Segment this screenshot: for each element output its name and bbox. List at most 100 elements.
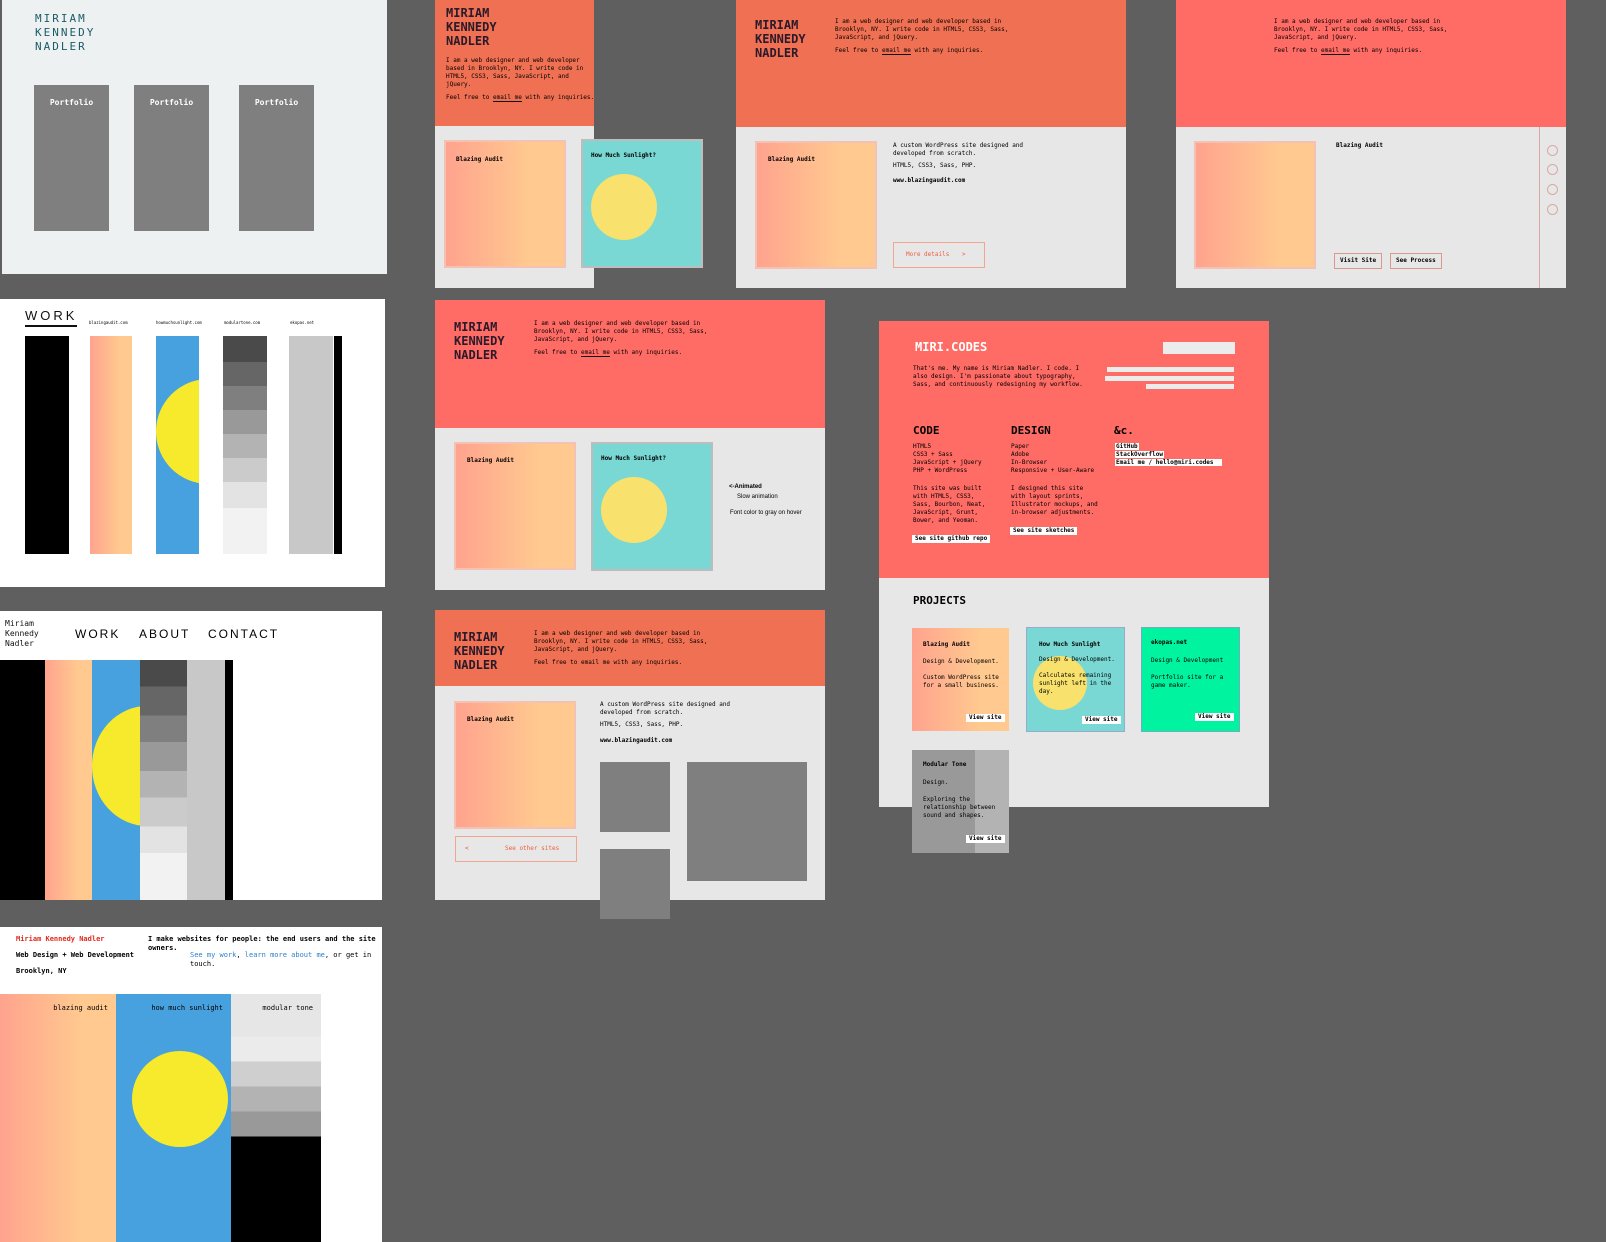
see-process-button[interactable]: See Process — [1390, 253, 1442, 269]
intro-text: That's me. My name is Miriam Nadler. I c… — [913, 365, 1083, 388]
contact-line: Feel free to email me with any inquiries… — [1274, 47, 1422, 55]
column-sunlight[interactable]: how much sunlight — [116, 994, 231, 1242]
portfolio-card[interactable]: Portfolio — [239, 85, 314, 231]
project-card-ekopas[interactable]: ekopas.net Design & Development Portfoli… — [1142, 628, 1239, 731]
note-slow: Slow animation — [737, 494, 778, 500]
view-site-button[interactable]: View site — [1195, 713, 1234, 721]
tagline-links: See my work, learn more about me, or get… — [190, 951, 382, 969]
header-role: Web Design + Web Development — [16, 951, 135, 959]
sep: , — [236, 951, 245, 959]
github-link[interactable]: GitHub — [1115, 443, 1139, 450]
card-type: Design & Development. — [923, 658, 999, 665]
site-name: MIRIAM KENNEDY NADLER — [446, 6, 497, 48]
card-blazing[interactable]: Blazing Audit — [456, 703, 574, 827]
header-name[interactable]: Miriam Kennedy Nadler — [16, 935, 105, 944]
contact-pre: Feel free to — [1274, 47, 1321, 54]
email-link[interactable]: email me — [881, 47, 911, 55]
work-heading: WORK — [25, 308, 78, 327]
nav-about[interactable]: ABOUT — [139, 627, 190, 641]
column-blazing[interactable]: blazing audit — [0, 994, 116, 1242]
stripe-modular[interactable] — [223, 336, 267, 554]
frame-portfolio-light: MIRIAM KENNEDY NADLER Portfolio Portfolio … — [2, 0, 387, 274]
pager-dot[interactable] — [1547, 184, 1558, 195]
code-list: HTML5 CSS3 + Sass JavaScript + jQuery PHP +… — [913, 443, 982, 474]
see-work-link[interactable]: See my work — [190, 951, 236, 959]
project-url[interactable]: www.blazingaudit.com — [893, 177, 965, 185]
site-logo[interactable]: MIRI.CODES — [915, 340, 987, 354]
email-link[interactable]: email me — [580, 349, 610, 357]
header-band: MIRIAM KENNEDY NADLER I am a web designer … — [435, 610, 825, 686]
contact-line: Feel free to email me with any inquiries… — [446, 94, 596, 102]
contact-pre: Feel free to — [534, 349, 581, 356]
about-link[interactable]: learn more about me — [245, 951, 325, 959]
view-site-button[interactable]: View site — [1082, 716, 1121, 724]
stripe-blazing[interactable] — [45, 660, 92, 900]
card-desc: Custom WordPress site for a small busine… — [923, 674, 999, 689]
email-link[interactable]: email me — [581, 659, 610, 666]
github-repo-button[interactable]: See site github repo — [912, 535, 991, 543]
card-title: Blazing Audit — [923, 641, 970, 648]
stripe-modular[interactable] — [140, 660, 187, 900]
card-blazing[interactable] — [1196, 143, 1314, 267]
stackoverflow-link[interactable]: StackOverflow — [1115, 451, 1164, 458]
portfolio-card[interactable]: Portfolio — [34, 85, 109, 231]
chevron-right-icon: > — [962, 251, 966, 258]
site-label: howmuchsunlight.com — [156, 320, 202, 325]
pager-dot[interactable] — [1547, 145, 1558, 156]
view-site-button[interactable]: View site — [966, 835, 1005, 843]
logo-name: MIRIAM KENNEDY NADLER — [35, 12, 96, 53]
stripe-blazing[interactable] — [90, 336, 132, 554]
project-card-modular[interactable]: Modular Tone Design. Exploring the relat… — [912, 750, 1009, 853]
pager-dot[interactable] — [1547, 164, 1558, 175]
contact-pre: Feel free to — [835, 47, 882, 54]
chevron-left-icon: < — [465, 845, 469, 852]
project-card-blazing[interactable]: Blazing Audit Design & Development. Cust… — [912, 628, 1009, 731]
sketches-button[interactable]: See site sketches — [1010, 527, 1078, 535]
email-link[interactable]: Email me / hello@miri.codes — [1115, 459, 1222, 466]
sun-circle — [591, 174, 657, 240]
email-link[interactable]: email me — [1320, 47, 1350, 55]
email-link[interactable]: email me — [492, 94, 522, 102]
card-blazing[interactable]: Blazing Audit — [456, 444, 574, 568]
frame-work-stripes: WORK blazingaudit.com howmuchsunlight.co… — [0, 299, 385, 587]
card-blazing[interactable]: Blazing Audit — [757, 143, 875, 267]
sun-shape — [132, 1051, 228, 1147]
stripe-ekopas[interactable] — [187, 660, 225, 900]
nav-bar[interactable] — [1163, 342, 1235, 354]
header-band: MIRIAM KENNEDY NADLER I am a web designer … — [435, 0, 594, 126]
view-site-button[interactable]: View site — [966, 714, 1005, 722]
stripe-black[interactable] — [0, 660, 45, 900]
card-sunlight[interactable]: How Much Sunlight? — [593, 444, 711, 569]
pager-dot[interactable] — [1547, 204, 1558, 215]
portfolio-card[interactable]: Portfolio — [134, 85, 209, 231]
frame-nav-stripes: Miriam Kennedy Nadler WORK ABOUT CONTACT — [0, 611, 382, 900]
card-type: Design & Development — [1151, 657, 1224, 664]
menu-line — [1146, 384, 1234, 389]
contact-post: with any inquiries. — [1349, 47, 1423, 54]
header-band: MIRI.CODES That's me. My name is Miriam … — [879, 321, 1269, 578]
portfolio-label: Portfolio — [149, 98, 194, 107]
pager-rail — [1539, 127, 1540, 288]
visit-site-button[interactable]: Visit Site — [1334, 253, 1383, 269]
project-desc: A custom WordPress site designed and dev… — [600, 701, 731, 716]
nav-contact[interactable]: CONTACT — [208, 627, 279, 641]
project-card-sunlight[interactable]: How Much Sunlight Design & Development. … — [1027, 628, 1124, 731]
column-modular[interactable]: modular tone — [231, 994, 321, 1242]
project-url[interactable]: www.blazingaudit.com — [600, 737, 672, 745]
more-details-button[interactable]: More details > — [893, 242, 985, 268]
stripe-black[interactable] — [25, 336, 69, 554]
see-other-button[interactable]: < See other sites — [455, 836, 577, 862]
intro-text: I am a web designer and web developer ba… — [534, 630, 708, 653]
card-title: Blazing Audit — [768, 156, 815, 163]
nav-work[interactable]: WORK — [75, 627, 120, 641]
frame-orange-detail: MIRIAM KENNEDY NADLER I am a web designer … — [435, 610, 825, 919]
card-sunlight[interactable]: How Much Sunlight? — [583, 141, 701, 266]
card-blazing[interactable]: Blazing Audit — [446, 142, 564, 266]
menu-line — [1105, 376, 1234, 381]
stripe-ekopas[interactable] — [289, 336, 333, 554]
card-title: How Much Sunlight? — [591, 152, 657, 159]
stripe-sunlight[interactable] — [156, 336, 199, 554]
stripe-sunlight[interactable] — [92, 660, 140, 900]
intro-text: I am a web designer and web developer ba… — [446, 57, 584, 88]
site-name: MIRIAM KENNEDY NADLER — [454, 630, 505, 672]
